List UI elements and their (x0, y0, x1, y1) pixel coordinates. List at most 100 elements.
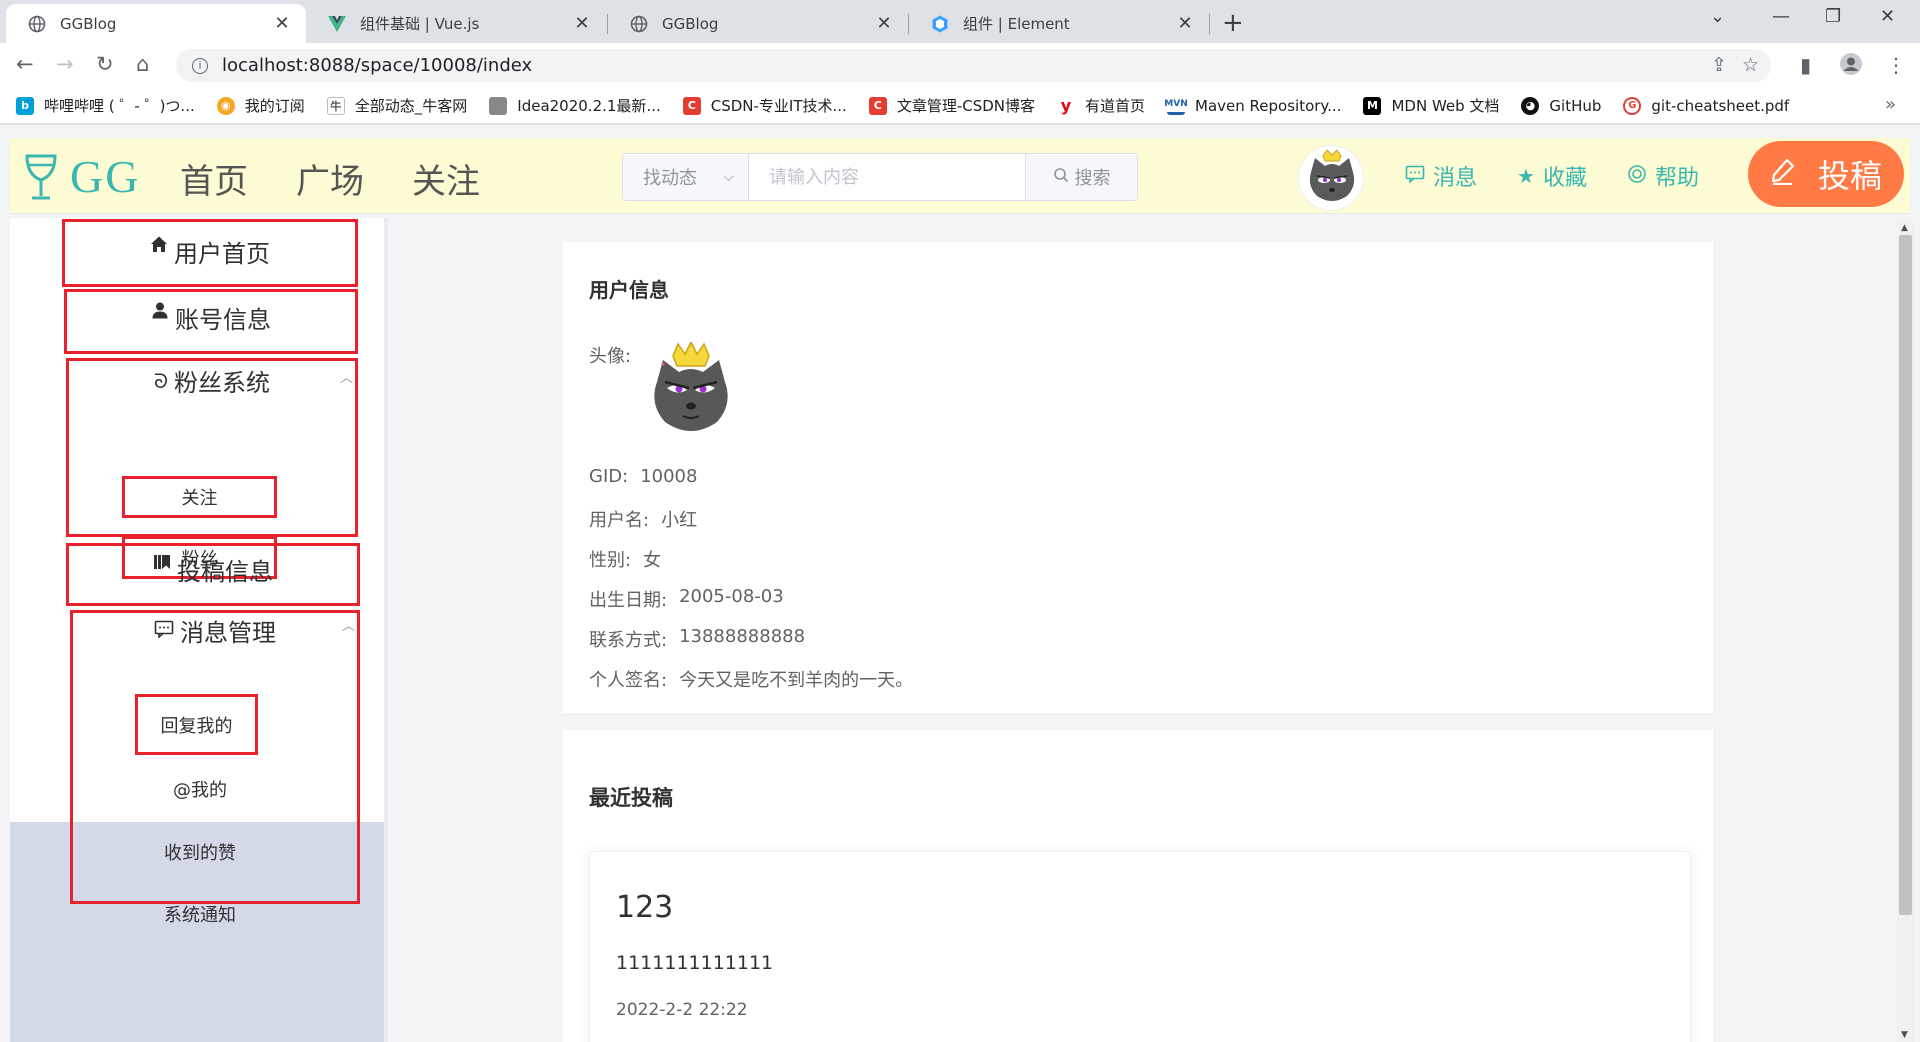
sidebar-subitem-label: 收到的赞 (164, 843, 236, 864)
search-button[interactable]: 搜索 (1025, 154, 1137, 200)
sidebar-group-label: 粉丝系统 (174, 369, 271, 397)
bookmark-stack-icon (153, 552, 171, 576)
info-key: 性别: (589, 550, 632, 571)
sidebar-item-home[interactable]: 用户首页 (62, 219, 358, 287)
scroll-down-icon[interactable]: ▼ (1901, 1030, 1908, 1040)
browser-tab-3[interactable]: GGBlog ✕ (608, 4, 908, 43)
chevron-up-icon[interactable]: ︿ (342, 615, 355, 634)
sidebar-item-posts[interactable]: 投稿信息 (66, 543, 360, 606)
page-scrollbar[interactable]: ▲ ▼ (1897, 221, 1914, 1042)
rss-icon: ◉ (216, 96, 235, 115)
site-info-icon[interactable]: i (192, 57, 208, 74)
sidebar-divider (384, 218, 388, 1042)
scrollbar-thumb[interactable] (1899, 235, 1912, 915)
favorites-label: 收藏 (1542, 166, 1587, 191)
star-icon: ★ (1517, 164, 1535, 188)
tab-title: 组件 | Element (963, 15, 1070, 33)
home-icon[interactable]: ⌂ (136, 52, 149, 76)
search-group: 找动态 ⌵ 搜索 (622, 153, 1138, 201)
profile-icon[interactable] (1840, 53, 1862, 80)
sidebar-subitem-mentions[interactable]: @我的 (110, 767, 290, 811)
recent-posts-title: 最近投稿 (589, 786, 673, 810)
sidebar-subitem-replies[interactable]: 回复我的 (135, 694, 258, 755)
info-row-birthday: 出生日期: 2005-08-03 (589, 586, 784, 612)
bilibili-icon: b (16, 96, 34, 115)
share-icon[interactable]: ⇪ (1711, 54, 1727, 76)
nav-home[interactable]: 首页 (180, 154, 248, 203)
favorites-link[interactable]: ★ 收藏 (1517, 160, 1587, 192)
restore-icon[interactable]: ❐ (1825, 6, 1841, 27)
github-icon: ◕ (1521, 96, 1540, 115)
sidebar-group-fans-header[interactable]: ᘐ 粉丝系统 (154, 363, 270, 398)
user-info-card: 用户信息 头像: GID: 10008 用户名: 小红 性别: 女 出生日期: … (563, 242, 1713, 713)
bookmark-item[interactable]: 牛全部动态_牛客网 (326, 95, 467, 116)
git-icon: G (1623, 96, 1642, 115)
search-type-select[interactable]: 找动态 ⌵ (623, 154, 749, 200)
browser-tab-4[interactable]: 组件 | Element ✕ (909, 4, 1209, 43)
forward-icon[interactable]: → (56, 52, 74, 76)
bookmark-item[interactable]: C 文章管理-CSDN博客 (868, 95, 1035, 116)
window-close-icon[interactable]: ✕ (1880, 6, 1895, 27)
info-row-gid: GID: 10008 (589, 466, 697, 487)
nav-square[interactable]: 广场 (296, 154, 364, 203)
side-panel-icon[interactable]: ▮ (1800, 53, 1811, 77)
vue-icon (328, 15, 346, 33)
bookmark-item[interactable]: M MDN Web 文档 (1363, 95, 1499, 116)
site-logo[interactable]: GG (24, 150, 140, 203)
post-card[interactable]: 123 1111111111111 2022-2-2 22:22 (589, 851, 1691, 1042)
bookmarks-overflow-icon[interactable]: » (1885, 94, 1896, 115)
chevron-up-icon[interactable]: ︿ (340, 367, 353, 386)
help-label: 帮助 (1654, 166, 1699, 191)
bookmark-item[interactable]: y 有道首页 (1057, 95, 1145, 116)
avatar[interactable] (1298, 145, 1364, 211)
bookmark-item[interactable]: Ggit-cheatsheet.pdf (1623, 96, 1790, 115)
info-value: 今天又是吃不到羊肉的一天。 (679, 670, 914, 691)
browser-tab-1[interactable]: GGBlog ✕ (6, 4, 306, 43)
bookmark-item[interactable]: Idea2020.2.1最新... (489, 95, 661, 116)
reload-icon[interactable]: ↻ (96, 52, 114, 76)
url-field[interactable]: i localhost:8088/space/10008/index ⇪ ☆ (176, 49, 1771, 82)
help-link[interactable]: 帮助 (1627, 160, 1699, 192)
tab-title: GGBlog (662, 14, 719, 33)
tab-search-icon[interactable]: ⌄ (1710, 6, 1725, 27)
new-tab-button[interactable]: + (1222, 8, 1244, 38)
bookmark-item[interactable]: b 哔哩哔哩 ( ゜- ゜)つ... (16, 95, 195, 116)
sidebar-subitem-likes[interactable]: 收到的赞 (110, 830, 290, 874)
bookmark-item[interactable]: MVN Maven Repository... (1164, 96, 1341, 115)
bookmark-label: 文章管理-CSDN博客 (896, 97, 1035, 115)
element-icon (931, 15, 949, 33)
close-icon[interactable]: ✕ (272, 13, 292, 34)
search-input[interactable] (749, 154, 1025, 200)
bookmark-item[interactable]: C CSDN-专业IT技术... (682, 95, 847, 116)
info-key: 联系方式: (589, 630, 668, 651)
sidebar-subitem-following[interactable]: 关注 (122, 476, 277, 518)
close-icon[interactable]: ✕ (1175, 13, 1195, 34)
mdn-icon: M (1363, 96, 1382, 115)
bookmark-item[interactable]: ◕ GitHub (1521, 96, 1602, 115)
close-icon[interactable]: ✕ (874, 13, 894, 34)
sidebar-subitem-label: 回复我的 (160, 715, 233, 737)
sidebar-item-account[interactable]: 账号信息 (64, 289, 358, 354)
bookmark-item[interactable]: ◉ 我的订阅 (216, 95, 305, 116)
messages-link[interactable]: 消息 (1405, 160, 1477, 192)
sidebar-item-label: 投稿信息 (177, 558, 273, 586)
bookmark-star-icon[interactable]: ☆ (1742, 54, 1759, 76)
sidebar-subitem-notices[interactable]: 系统通知 (110, 892, 290, 936)
info-value: 2005-08-03 (679, 586, 784, 607)
scroll-up-icon[interactable]: ▲ (1901, 223, 1908, 233)
post-title[interactable]: 123 (616, 890, 673, 925)
close-icon[interactable]: ✕ (572, 13, 592, 34)
info-key: 用户名: (589, 510, 650, 531)
browser-tab-2[interactable]: 组件基础 | Vue.js ✕ (306, 4, 606, 43)
nav-follow[interactable]: 关注 (412, 154, 480, 203)
minimize-icon[interactable]: — (1772, 6, 1790, 27)
submit-post-button[interactable]: 投稿 (1748, 141, 1904, 207)
bookmark-label: git-cheatsheet.pdf (1651, 96, 1790, 115)
menu-icon[interactable]: ⋮ (1886, 53, 1906, 77)
bookmark-label: 有道首页 (1085, 97, 1146, 115)
back-icon[interactable]: ← (16, 52, 34, 76)
search-icon (1053, 167, 1069, 188)
bookmark-label: GitHub (1549, 96, 1602, 115)
url-text: localhost:8088/space/10008/index (222, 55, 533, 76)
sidebar-group-messages-header[interactable]: 消息管理 (154, 613, 276, 648)
